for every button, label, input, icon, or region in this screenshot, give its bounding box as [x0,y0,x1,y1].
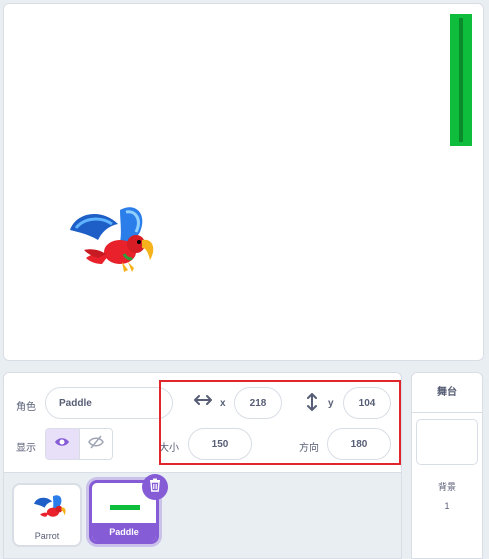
paddle-sprite[interactable] [450,14,472,146]
backdrop-label: 背景 [437,482,456,492]
parrot-sprite[interactable] [62,202,157,280]
sprite-tile-parrot[interactable]: Parrot [12,483,82,547]
delete-sprite-button[interactable] [142,474,168,500]
stage-selector[interactable]: 舞台 背景 1 [411,372,483,559]
sprite-tile-label: Parrot [34,531,60,541]
visibility-toggle [45,428,113,460]
sprite-name-input[interactable]: Paddle [45,387,173,419]
show-label: 显示 [16,443,36,454]
sprite-name-label: 角色 [16,402,36,413]
highlight-box [159,380,401,465]
stage-thumbnail[interactable] [416,419,478,465]
show-button[interactable] [46,429,79,459]
backdrop-count: 1 [444,501,450,511]
stage-canvas[interactable] [3,3,484,361]
sprite-info-pane: 角色 Paddle x 218 y 104 显示 大小 150 方向 180 [3,372,402,472]
sprite-tile-label: Paddle [92,523,156,541]
eye-icon [54,435,70,453]
stage-title: 舞台 [412,373,482,413]
trash-icon [149,478,161,497]
scratch-editor: 角色 Paddle x 218 y 104 显示 大小 150 方向 180 P… [0,0,489,559]
hide-button[interactable] [78,429,112,459]
sprite-list: Parrot Paddle [3,472,402,559]
parrot-thumbnail-icon [34,495,66,517]
paddle-thumbnail-icon [110,505,140,510]
eye-slash-icon [88,435,104,454]
